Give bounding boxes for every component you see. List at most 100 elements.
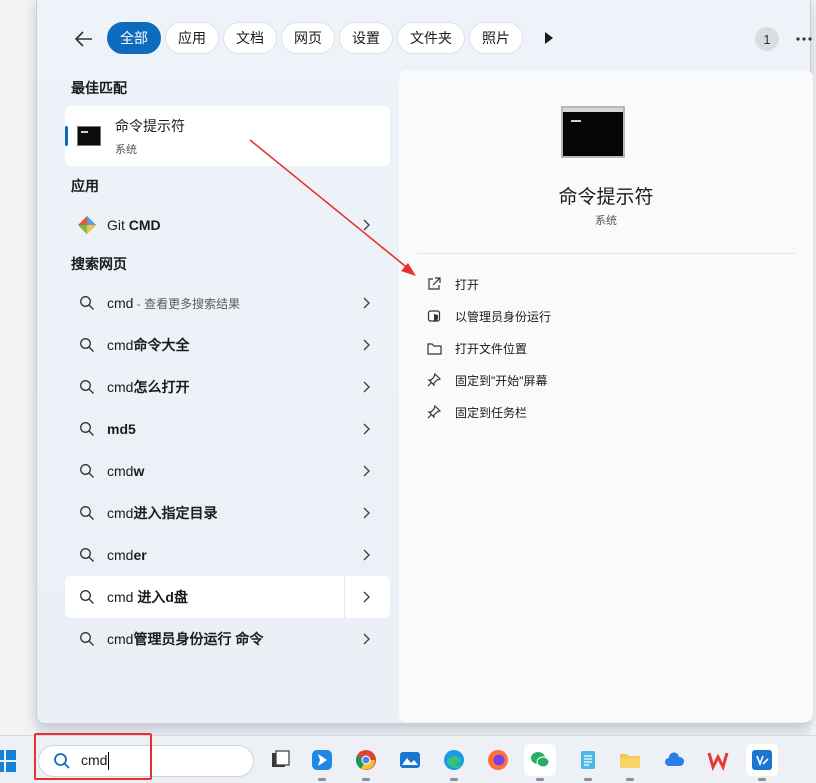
- firefox-icon[interactable]: [482, 744, 514, 776]
- chevron-right-icon[interactable]: [358, 294, 376, 312]
- web-result-text: cmd: [107, 463, 134, 479]
- web-result-row[interactable]: cmd管理员身份运行 命令: [65, 618, 390, 660]
- command-prompt-large-icon: [561, 106, 625, 158]
- more-tabs-button[interactable]: [533, 22, 565, 54]
- wechat-icon[interactable]: [524, 744, 556, 781]
- command-prompt-icon: [77, 126, 101, 146]
- tab-folders[interactable]: 文件夹: [397, 22, 465, 54]
- photos-icon[interactable]: [394, 744, 426, 776]
- app-label-prefix: Git: [107, 217, 129, 233]
- search-icon: [77, 503, 97, 523]
- action-run-as-admin[interactable]: 以管理员身份运行: [425, 300, 551, 332]
- web-result-row[interactable]: cmd怎么打开: [65, 366, 390, 408]
- preview-actions: 打开 以管理员身份运行 打开文件位置 固定到"开始"屏幕 固定到任务栏: [425, 268, 551, 428]
- action-pin-to-taskbar-label: 固定到任务栏: [455, 405, 528, 420]
- chevron-right-icon[interactable]: [358, 420, 376, 438]
- results-list: 最佳匹配 命令提示符 系统 应用 Git CMD 搜索网页 cmd - 查看更多…: [65, 70, 390, 660]
- section-title-best-match: 最佳匹配: [71, 80, 127, 96]
- web-result-bold-text: w: [133, 463, 145, 479]
- windows-start-icon[interactable]: [0, 750, 16, 772]
- wps-icon[interactable]: [702, 744, 734, 776]
- search-icon: [77, 545, 97, 565]
- web-result-bold-text: 怎么打开: [133, 379, 190, 395]
- app-result-git-cmd[interactable]: Git CMD: [65, 204, 390, 246]
- running-indicator: [362, 778, 370, 781]
- search-icon: [54, 753, 70, 769]
- web-result-row[interactable]: cmd - 查看更多搜索结果: [65, 282, 390, 324]
- chevron-right-icon[interactable]: [358, 336, 376, 354]
- search-icon: [77, 461, 97, 481]
- tab-all[interactable]: 全部: [107, 22, 161, 54]
- section-title-apps: 应用: [71, 178, 99, 194]
- tab-apps[interactable]: 应用: [165, 22, 219, 54]
- chevron-right-icon[interactable]: [358, 588, 376, 606]
- search-icon: [77, 293, 97, 313]
- web-result-bold-text: 命令大全: [133, 337, 190, 353]
- best-match-result[interactable]: 命令提示符 系统: [65, 106, 390, 166]
- chevron-right-icon[interactable]: [358, 378, 376, 396]
- edge-icon[interactable]: [438, 744, 470, 781]
- running-indicator: [626, 778, 634, 781]
- action-open[interactable]: 打开: [425, 268, 551, 300]
- web-result-row[interactable]: md5: [65, 408, 390, 450]
- web-result-row[interactable]: cmdw: [65, 450, 390, 492]
- chrome-icon[interactable]: [350, 744, 382, 781]
- search-icon: [77, 419, 97, 439]
- action-open-label: 打开: [455, 277, 480, 292]
- selection-indicator: [65, 126, 68, 146]
- filter-tabs: 全部 应用 文档 网页 设置 文件夹 照片: [107, 22, 565, 54]
- back-button[interactable]: [71, 27, 97, 51]
- search-icon: [77, 587, 97, 607]
- tab-web[interactable]: 网页: [281, 22, 335, 54]
- notepad-icon[interactable]: [572, 744, 604, 781]
- preview-pane: 命令提示符 系统 打开 以管理员身份运行 打开文件位置 固定到"开始"屏幕 固定…: [399, 70, 813, 722]
- cloud-icon[interactable]: [658, 744, 690, 776]
- web-result-row[interactable]: cmd命令大全: [65, 324, 390, 366]
- taskbar-search-input[interactable]: cmd: [38, 745, 254, 777]
- action-run-as-admin-label: 以管理员身份运行: [455, 309, 552, 324]
- search-panel: 全部 应用 文档 网页 设置 文件夹 照片 1 最佳匹配 命令提示符 系统 应用: [36, 0, 813, 724]
- running-indicator: [318, 778, 326, 781]
- preview-subtitle: 系统: [595, 215, 617, 227]
- app-label-bold: CMD: [128, 217, 161, 233]
- play-right-icon: [545, 32, 553, 44]
- web-result-hint: - 查看更多搜索结果: [133, 296, 241, 311]
- tab-documents[interactable]: 文档: [223, 22, 277, 54]
- preview-title: 命令提示符: [558, 187, 654, 208]
- feishu-icon[interactable]: [306, 744, 338, 781]
- web-results: cmd - 查看更多搜索结果 cmd命令大全 cmd怎么打开 md5 cmdw cmd进入…: [65, 282, 390, 660]
- taskbar: cmd: [0, 733, 816, 783]
- search-icon: [77, 377, 97, 397]
- web-result-row[interactable]: cmd进入指定目录: [65, 492, 390, 534]
- tab-photos[interactable]: 照片: [469, 22, 523, 54]
- web-result-bold-text: er: [133, 547, 147, 563]
- chevron-right-icon[interactable]: [358, 462, 376, 480]
- chevron-right-icon[interactable]: [358, 630, 376, 648]
- chevron-right-icon[interactable]: [358, 216, 376, 234]
- chevron-right-icon[interactable]: [358, 504, 376, 522]
- web-result-row[interactable]: cmder: [65, 534, 390, 576]
- web-result-bold-text: md5: [107, 421, 136, 437]
- best-match-title: 命令提示符: [115, 117, 185, 134]
- search-text: cmd: [81, 751, 108, 768]
- pin-icon: [425, 403, 443, 421]
- web-result-row[interactable]: cmd 进入d盘: [65, 576, 390, 618]
- git-icon: [77, 215, 97, 235]
- action-open-file-location[interactable]: 打开文件位置: [425, 332, 551, 364]
- web-result-text: cmd: [107, 631, 134, 647]
- back-arrow-icon: [75, 31, 92, 47]
- running-indicator: [758, 778, 766, 781]
- preview-divider: [417, 253, 795, 254]
- rewards-badge[interactable]: 1: [755, 27, 779, 51]
- running-indicator: [536, 778, 544, 781]
- action-pin-to-start[interactable]: 固定到"开始"屏幕: [425, 364, 551, 396]
- action-pin-to-taskbar[interactable]: 固定到任务栏: [425, 396, 551, 428]
- web-result-text: cmd: [107, 379, 134, 395]
- chevron-right-icon[interactable]: [358, 546, 376, 564]
- tab-settings[interactable]: 设置: [339, 22, 393, 54]
- task-view-icon[interactable]: [264, 744, 296, 776]
- more-options-button[interactable]: [789, 24, 816, 54]
- web-result-text: cmd: [107, 589, 138, 605]
- file-explorer-icon[interactable]: [614, 744, 646, 781]
- vscode-icon[interactable]: [746, 744, 778, 781]
